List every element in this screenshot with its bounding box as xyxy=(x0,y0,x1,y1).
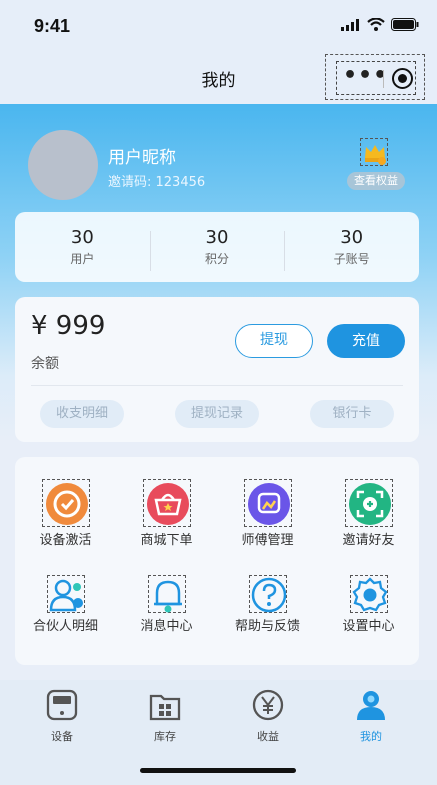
wifi-icon xyxy=(367,18,385,31)
function-grid: 设备激活 商城下单 师傅管理 邀请好友 合伙人明细 消息中心 帮助与反馈 设置中… xyxy=(15,457,419,665)
stat-value: 30 xyxy=(205,227,229,248)
balance-card: ¥ 999 余额 提现 充值 收支明细 提现记录 银行卡 xyxy=(15,297,419,442)
partner-icon xyxy=(46,575,85,613)
menu-item-settings[interactable]: 设置中心 xyxy=(318,575,419,634)
menu-label: 邀请好友 xyxy=(342,533,395,548)
menu-item-device-activate[interactable]: 设备激活 xyxy=(15,479,116,548)
status-bar: 9:41 xyxy=(0,0,437,50)
battery-icon xyxy=(391,18,419,31)
menu-label: 消息中心 xyxy=(140,619,193,634)
inventory-icon xyxy=(149,694,181,721)
withdraw-records-button[interactable]: 提现记录 xyxy=(175,400,259,428)
nickname: 用户昵称 xyxy=(108,148,176,168)
help-icon xyxy=(248,575,287,613)
menu-item-mall-order[interactable]: 商城下单 xyxy=(116,479,217,548)
tab-label: 收益 xyxy=(257,730,279,743)
tab-mine[interactable]: 我的 xyxy=(341,688,401,744)
menu-label: 商城下单 xyxy=(140,533,193,548)
tab-inventory[interactable]: 库存 xyxy=(135,688,195,744)
worker-manage-icon xyxy=(243,479,292,527)
bell-icon xyxy=(147,575,186,613)
stat-value: 30 xyxy=(70,227,94,248)
recharge-button[interactable]: 充值 xyxy=(327,324,405,358)
menu-label: 设备激活 xyxy=(39,533,92,548)
mini-program-capsule: ••• xyxy=(325,54,425,100)
crown-icon[interactable] xyxy=(360,138,388,166)
tab-device[interactable]: 设备 xyxy=(32,688,92,744)
withdraw-button[interactable]: 提现 xyxy=(235,324,313,358)
stat-sub-accounts[interactable]: 30 子账号 xyxy=(284,227,419,271)
close-target-button[interactable] xyxy=(392,68,413,89)
capsule-divider xyxy=(383,70,384,88)
stat-label: 用户 xyxy=(70,252,95,266)
nav-bar: 我的 ••• xyxy=(0,50,437,104)
tab-label: 设备 xyxy=(51,730,73,743)
menu-label: 帮助与反馈 xyxy=(234,619,300,634)
stat-points[interactable]: 30 积分 xyxy=(149,227,285,271)
invite-code: 邀请码: 123456 xyxy=(108,175,206,190)
home-indicator xyxy=(140,768,296,773)
view-benefits-button[interactable]: 查看权益 xyxy=(347,172,405,190)
shopping-basket-icon xyxy=(142,479,191,527)
menu-label: 合伙人明细 xyxy=(32,619,98,634)
bank-card-button[interactable]: 银行卡 xyxy=(310,400,394,428)
invite-friend-icon xyxy=(344,479,393,527)
menu-item-worker-manage[interactable]: 师傅管理 xyxy=(217,479,318,548)
income-expense-details-button[interactable]: 收支明细 xyxy=(40,400,124,428)
device-activate-icon xyxy=(41,479,90,527)
divider xyxy=(31,385,403,386)
stat-value: 30 xyxy=(340,227,364,248)
system-icons xyxy=(341,18,419,31)
tab-label: 我的 xyxy=(360,730,382,743)
menu-label: 师傅管理 xyxy=(241,533,294,548)
capsule-inner: ••• xyxy=(336,61,416,95)
stat-label: 子账号 xyxy=(333,252,370,266)
menu-item-message-center[interactable]: 消息中心 xyxy=(116,575,217,634)
stat-label: 积分 xyxy=(205,252,230,266)
tab-label: 库存 xyxy=(154,730,176,743)
menu-label: 设置中心 xyxy=(342,619,395,634)
menu-item-partner-details[interactable]: 合伙人明细 xyxy=(15,575,116,634)
balance-amount: ¥ 999 xyxy=(31,311,106,341)
status-time: 9:41 xyxy=(34,16,71,36)
device-icon xyxy=(46,689,78,721)
menu-item-help-feedback[interactable]: 帮助与反馈 xyxy=(217,575,318,634)
signal-icon xyxy=(341,18,359,31)
stat-users[interactable]: 30 用户 xyxy=(15,227,150,267)
gear-icon xyxy=(349,575,388,613)
more-menu-button[interactable]: ••• xyxy=(343,65,388,87)
menu-item-invite-friend[interactable]: 邀请好友 xyxy=(318,479,419,548)
stats-card: 30 用户 30 积分 30 子账号 xyxy=(15,212,419,282)
balance-label: 余额 xyxy=(31,356,59,372)
tab-earnings[interactable]: 收益 xyxy=(238,688,298,744)
user-icon xyxy=(357,691,385,720)
yen-icon xyxy=(252,689,284,721)
avatar[interactable] xyxy=(28,130,98,200)
